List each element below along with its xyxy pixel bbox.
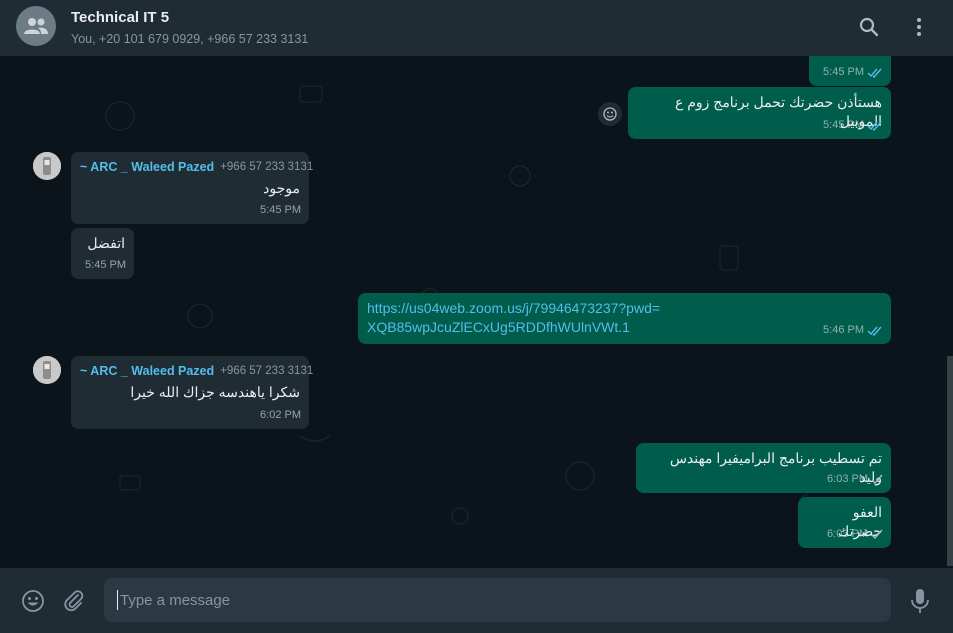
sent-receipt-icon: [871, 474, 883, 485]
message-meta: 6:02 PM: [260, 406, 301, 425]
message-time: 5:45 PM: [260, 204, 301, 216]
text-caret: [117, 590, 118, 610]
chat-title: Technical IT 5: [71, 9, 170, 26]
message-time: 6:03 PM: [827, 473, 868, 485]
message-input-box[interactable]: [104, 578, 891, 622]
chat-scrollbar[interactable]: [947, 356, 953, 566]
message-meta: 5:45 PM: [260, 201, 301, 220]
message-time: 6:02 PM: [260, 409, 301, 421]
message-list[interactable]: 5:45 PM هستأذن حضرتك تحمل برنامج زوم ع ا…: [0, 56, 953, 568]
message-text: شكرا ياهندسه جزاك الله خيرا: [130, 384, 300, 400]
read-receipt-icon: [867, 68, 882, 78]
message-time: 5:46 PM: [823, 324, 864, 336]
emoji-icon[interactable]: [20, 588, 46, 614]
mic-icon[interactable]: [907, 588, 933, 614]
message-meta: 5:45 PM: [85, 256, 126, 275]
incoming-message[interactable]: ~ ARC _ Waleed Pazed +966 57 233 3131 مو…: [71, 152, 313, 224]
read-receipt-icon: [867, 121, 882, 131]
message-text: موجود: [263, 180, 300, 196]
sent-receipt-icon: [871, 529, 883, 540]
search-icon[interactable]: [858, 16, 880, 38]
message-time: 5:45 PM: [85, 259, 126, 271]
attach-icon[interactable]: [61, 588, 87, 614]
incoming-message[interactable]: ~ ARC _ Waleed Pazed +966 57 233 3131 شك…: [71, 356, 313, 429]
sender-avatar[interactable]: [33, 356, 61, 384]
outgoing-message[interactable]: هستأذن حضرتك تحمل برنامج زوم ع الموبيل 5…: [628, 87, 891, 139]
message-meta: 5:45 PM: [823, 116, 883, 135]
sender-name[interactable]: ~ ARC _ Waleed Pazed: [80, 362, 214, 380]
message-meta: 6:03 PM: [827, 470, 883, 489]
message-sender: ~ ARC _ Waleed Pazed +966 57 233 3131: [80, 362, 313, 380]
sender-phone: +966 57 233 3131: [220, 365, 314, 377]
outgoing-message[interactable]: تم تسطيب برنامج البراميفيرا مهندس وليد 6…: [636, 443, 891, 493]
sender-avatar[interactable]: [33, 152, 61, 180]
message-link[interactable]: https://us04web.zoom.us/j/79946473237?pw…: [367, 299, 667, 337]
message-time: 5:45 PM: [823, 119, 864, 131]
chat-participants: You, +20 101 679 0929, +966 57 233 3131: [71, 32, 309, 46]
message-input[interactable]: [104, 578, 891, 622]
incoming-message[interactable]: اتفضل 5:45 PM: [71, 228, 134, 279]
message-meta: 6:03 PM: [827, 525, 883, 544]
message-meta: 5:45 PM: [823, 63, 883, 82]
chat-header: Technical IT 5 You, +20 101 679 0929, +9…: [0, 0, 953, 56]
message-text: اتفضل: [87, 235, 125, 251]
outgoing-message[interactable]: https://us04web.zoom.us/j/79946473237?pw…: [358, 293, 891, 344]
read-receipt-icon: [867, 326, 882, 336]
outgoing-message[interactable]: العفو حضرتك 6:03 PM: [798, 497, 891, 548]
sender-name[interactable]: ~ ARC _ Waleed Pazed: [80, 158, 214, 176]
outgoing-message[interactable]: 5:45 PM: [809, 56, 891, 86]
menu-icon[interactable]: [908, 16, 930, 38]
message-meta: 5:46 PM: [823, 321, 883, 340]
chat-header-info[interactable]: Technical IT 5 You, +20 101 679 0929, +9…: [71, 9, 308, 47]
whatsapp-window: Technical IT 5 You, +20 101 679 0929, +9…: [0, 0, 953, 633]
message-sender: ~ ARC _ Waleed Pazed +966 57 233 3131: [80, 158, 313, 176]
sender-phone: +966 57 233 3131: [220, 161, 314, 173]
reaction-icon[interactable]: [598, 102, 622, 126]
group-avatar-icon[interactable]: [16, 6, 56, 46]
message-time: 6:03 PM: [827, 528, 868, 540]
message-composer: [0, 568, 953, 633]
message-time: 5:45 PM: [823, 66, 864, 78]
